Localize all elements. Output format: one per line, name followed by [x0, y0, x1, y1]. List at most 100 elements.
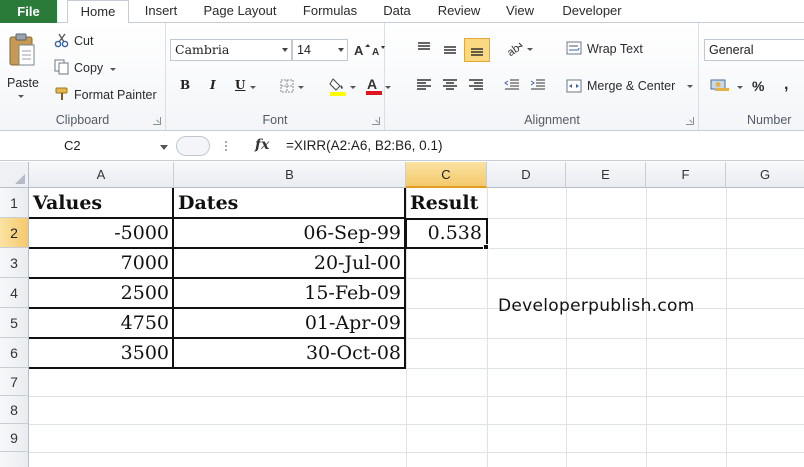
column-header-g[interactable]: G: [726, 162, 804, 188]
grow-font-icon[interactable]: A: [354, 41, 370, 60]
ribbon: Paste Cut Copy Format Painter Clipboard …: [0, 23, 804, 131]
insert-function-icon[interactable]: fx: [255, 137, 269, 153]
paste-button[interactable]: Paste: [7, 76, 39, 90]
row-header-7[interactable]: 7: [0, 368, 29, 396]
font-color-icon[interactable]: A: [365, 75, 383, 98]
cell-a6[interactable]: 3500: [33, 342, 169, 364]
orientation-dropdown-icon[interactable]: [527, 48, 533, 51]
row-header-8[interactable]: 8: [0, 396, 29, 424]
cell-c1[interactable]: Result: [410, 192, 478, 214]
column-header-f[interactable]: F: [646, 162, 726, 188]
comma-style-button[interactable]: ,: [784, 76, 788, 94]
column-header-c[interactable]: C: [406, 162, 487, 188]
align-bottom-icon: [471, 48, 483, 56]
underline-dropdown-icon[interactable]: [250, 86, 256, 89]
merge-center-dropdown-icon[interactable]: [687, 85, 693, 88]
bold-button[interactable]: B: [180, 78, 190, 92]
name-box[interactable]: C2: [0, 135, 172, 157]
align-center-icon[interactable]: [442, 79, 458, 94]
clipboard-launcher-icon[interactable]: [153, 117, 161, 125]
row-header-10-partial[interactable]: [0, 452, 29, 467]
row-header-5[interactable]: 5: [0, 308, 29, 338]
row-header-4[interactable]: 4: [0, 278, 29, 308]
wrap-text-button[interactable]: Wrap Text: [587, 42, 643, 56]
borders-dropdown-icon[interactable]: [298, 86, 304, 89]
italic-button[interactable]: I: [210, 78, 216, 92]
shrink-font-icon[interactable]: A: [372, 43, 386, 60]
tab-file[interactable]: File: [0, 0, 57, 23]
formula-bar-splitter-icon[interactable]: [224, 140, 228, 152]
tab-formulas[interactable]: Formulas: [296, 0, 364, 23]
align-left-icon[interactable]: [416, 79, 432, 94]
column-header-d[interactable]: D: [487, 162, 566, 188]
row-header-1[interactable]: 1: [0, 188, 29, 218]
copy-dropdown-icon[interactable]: [110, 68, 116, 71]
column-header-a[interactable]: A: [29, 162, 174, 188]
cell-a2[interactable]: -5000: [33, 222, 169, 244]
chevron-down-icon: [338, 48, 344, 52]
tab-view[interactable]: View: [500, 0, 540, 23]
cut-button[interactable]: Cut: [74, 34, 93, 48]
orientation-icon[interactable]: ab: [505, 40, 524, 59]
ribbon-tabs: File Home Insert Page Layout Formulas Da…: [0, 0, 804, 24]
cell-b3[interactable]: 20-Jul-00: [178, 252, 401, 274]
row-header-9[interactable]: 9: [0, 424, 29, 452]
row-header-2[interactable]: 2: [0, 218, 29, 248]
fill-color-dropdown-icon[interactable]: [350, 86, 356, 89]
row-header-3[interactable]: 3: [0, 248, 29, 278]
row-header-6[interactable]: 6: [0, 338, 29, 368]
name-box-dropdown-icon[interactable]: [160, 145, 168, 150]
decrease-indent-icon[interactable]: [504, 79, 520, 94]
cell-a3[interactable]: 7000: [33, 252, 169, 274]
align-top-icon[interactable]: [416, 41, 432, 58]
increase-indent-icon[interactable]: [530, 79, 546, 94]
number-format-select[interactable]: General: [704, 39, 804, 61]
align-middle-icon[interactable]: [442, 43, 458, 60]
font-name-select[interactable]: Cambria: [170, 39, 292, 61]
cell-a1[interactable]: Values: [33, 192, 102, 214]
borders-icon[interactable]: [280, 79, 294, 96]
cell-a4[interactable]: 2500: [33, 282, 169, 304]
paste-icon[interactable]: [8, 33, 36, 72]
align-right-icon[interactable]: [468, 79, 484, 94]
font-size-select[interactable]: 14: [292, 39, 348, 61]
cell-b2[interactable]: 06-Sep-99: [178, 222, 401, 244]
align-bottom-button[interactable]: [464, 38, 490, 62]
cell-a5[interactable]: 4750: [33, 312, 169, 334]
tab-review[interactable]: Review: [432, 0, 486, 23]
copy-icon: [54, 59, 70, 78]
formula-bar-collapse-handle[interactable]: [176, 136, 210, 156]
watermark-text: Developerpublish.com: [498, 296, 695, 316]
select-all-button[interactable]: [0, 162, 29, 188]
active-cell-selection: [405, 218, 488, 249]
alignment-launcher-icon[interactable]: [686, 117, 694, 125]
table-border: [29, 217, 406, 219]
tab-insert[interactable]: Insert: [136, 0, 186, 23]
accounting-dropdown-icon[interactable]: [737, 86, 743, 89]
cell-b1[interactable]: Dates: [178, 192, 238, 214]
paste-dropdown-icon[interactable]: [18, 95, 24, 98]
accounting-format-icon[interactable]: [710, 78, 730, 95]
table-border: [29, 277, 406, 279]
font-color-dropdown-icon[interactable]: [385, 86, 391, 89]
tab-data[interactable]: Data: [376, 0, 418, 23]
tab-developer[interactable]: Developer: [554, 0, 630, 23]
cell-b4[interactable]: 15-Feb-09: [178, 282, 401, 304]
cell-b6[interactable]: 30-Oct-08: [178, 342, 401, 364]
underline-button[interactable]: U: [235, 78, 245, 92]
alignment-group: ab Wrap Text Merge & Center Alignment: [406, 23, 699, 130]
font-launcher-icon[interactable]: [372, 117, 380, 125]
copy-button[interactable]: Copy: [74, 61, 103, 75]
column-header-e[interactable]: E: [566, 162, 646, 188]
fill-handle[interactable]: [483, 244, 489, 250]
tab-home[interactable]: Home: [67, 0, 129, 24]
cell-b5[interactable]: 01-Apr-09: [178, 312, 401, 334]
fill-color-icon[interactable]: [329, 76, 347, 99]
formula-input[interactable]: =XIRR(A2:A6, B2:B6, 0.1): [286, 135, 442, 157]
format-painter-button[interactable]: Format Painter: [74, 88, 157, 102]
percent-style-button[interactable]: %: [752, 78, 764, 94]
format-painter-icon: [54, 86, 70, 105]
merge-center-button[interactable]: Merge & Center: [587, 79, 675, 93]
tab-page-layout[interactable]: Page Layout: [196, 0, 284, 23]
column-header-b[interactable]: B: [174, 162, 406, 188]
